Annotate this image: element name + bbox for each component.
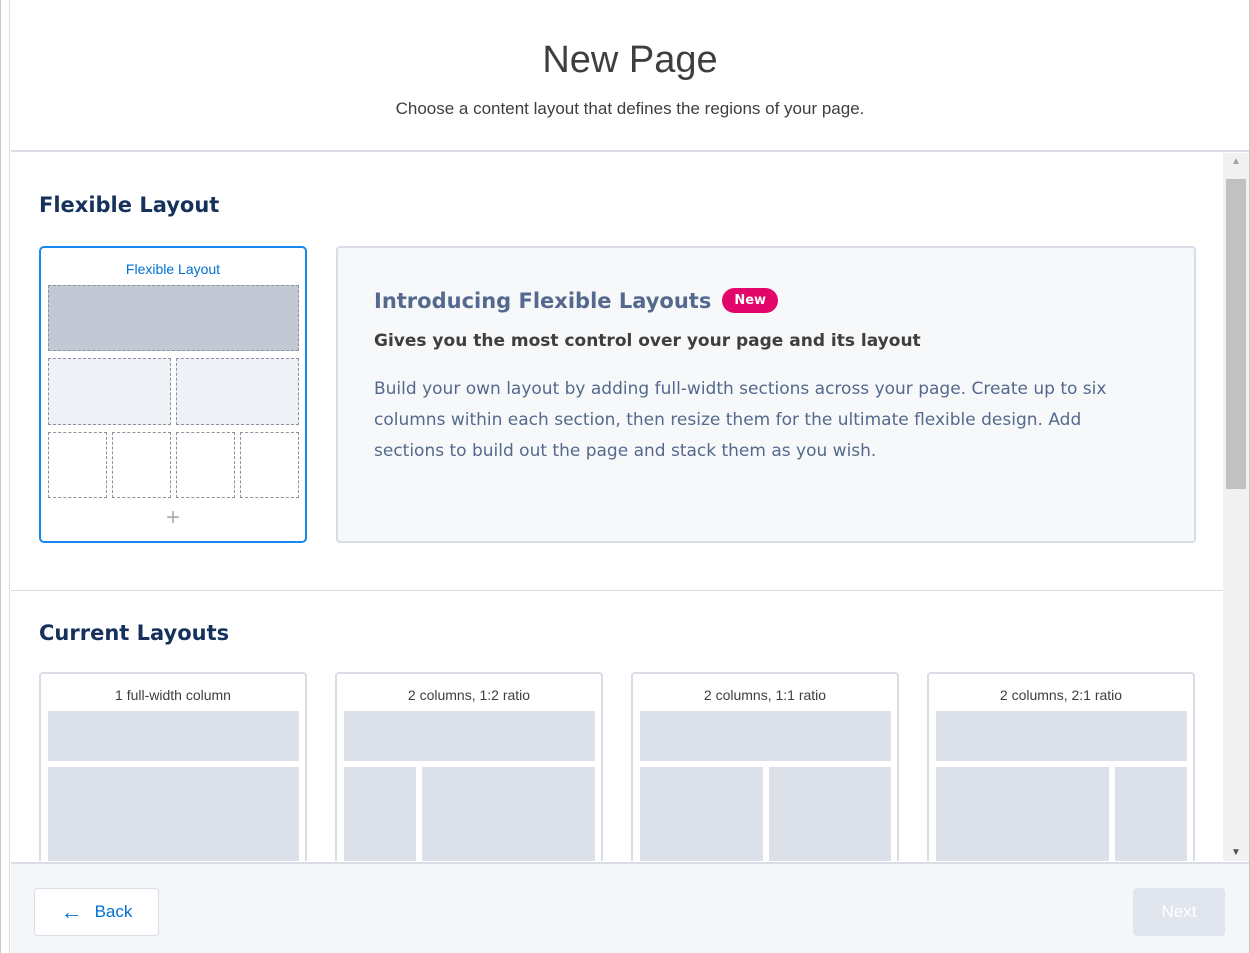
layout-card-label: 2 columns, 1:2 ratio (407, 687, 531, 703)
flexible-layout-heading: Flexible Layout (39, 193, 220, 217)
layout-region-full (48, 285, 299, 351)
modal-footer: ← Back Next (11, 862, 1249, 953)
page-title: New Page (542, 39, 718, 81)
layout-region-half (769, 767, 891, 861)
new-page-modal: New Page Choose a content layout that de… (0, 0, 1250, 953)
layout-region-header (936, 711, 1187, 761)
modal-header: New Page Choose a content layout that de… (11, 0, 1249, 152)
scroll-up-icon[interactable]: ▲ (1223, 156, 1249, 167)
layout-card-2-col-1-1[interactable]: 2 columns, 1:1 ratio (631, 672, 899, 861)
next-button-label: Next (1161, 902, 1197, 921)
layout-card-2-col-2-1[interactable]: 2 columns, 2:1 ratio (927, 672, 1195, 861)
layout-region-quarter (112, 432, 171, 498)
scrollbar-thumb[interactable] (1226, 179, 1246, 489)
layout-region-header (640, 711, 891, 761)
flexible-layout-intro: Introducing Flexible Layouts New Gives y… (336, 246, 1196, 543)
layout-region-main (48, 767, 299, 861)
scroll-down-icon[interactable]: ▼ (1223, 847, 1249, 858)
layout-region-header (48, 711, 299, 761)
layout-region-wide (936, 767, 1109, 861)
layout-region-narrow (1115, 767, 1187, 861)
content-scrollbar[interactable]: ▲ ▼ (1223, 153, 1249, 861)
arrow-left-icon: ← (60, 899, 83, 924)
layout-region-quarter (176, 432, 235, 498)
layout-card-label: 2 columns, 2:1 ratio (999, 687, 1123, 703)
modal-edge (1, 0, 10, 953)
layout-card-2-col-1-2[interactable]: 2 columns, 1:2 ratio (335, 672, 603, 861)
page-subtitle: Choose a content layout that defines the… (395, 99, 865, 118)
layout-region-half (640, 767, 763, 861)
layout-region-narrow (344, 767, 416, 861)
layout-region-wide (422, 767, 595, 861)
next-button[interactable]: Next (1133, 888, 1225, 936)
plus-icon: + (165, 504, 180, 531)
flexible-layout-card[interactable]: Flexible Layout + (39, 246, 307, 543)
back-button-label: Back (94, 902, 133, 921)
layout-card-1-full-width[interactable]: 1 full-width column (39, 672, 307, 861)
layout-region-half (48, 358, 171, 425)
layout-region-header (344, 711, 595, 761)
layout-card-label: 2 columns, 1:1 ratio (703, 687, 827, 703)
back-button[interactable]: ← Back (34, 888, 159, 936)
new-badge: New (722, 288, 779, 313)
intro-title: Introducing Flexible Layouts (374, 288, 712, 313)
current-layouts-heading: Current Layouts (39, 621, 230, 645)
section-divider (11, 590, 1223, 591)
layout-region-quarter (48, 432, 107, 498)
layout-region-half (176, 358, 299, 425)
intro-heading: Introducing Flexible Layouts New (374, 288, 779, 313)
intro-subtitle: Gives you the most control over your pag… (374, 331, 921, 351)
layout-card-label: 1 full-width column (115, 687, 231, 703)
layout-region-quarter (240, 432, 299, 498)
flexible-layout-card-label: Flexible Layout (125, 261, 221, 277)
intro-body: Build your own layout by adding full-wid… (374, 379, 1107, 461)
modal-content: Flexible Layout Flexible Layout + Introd… (11, 153, 1223, 861)
